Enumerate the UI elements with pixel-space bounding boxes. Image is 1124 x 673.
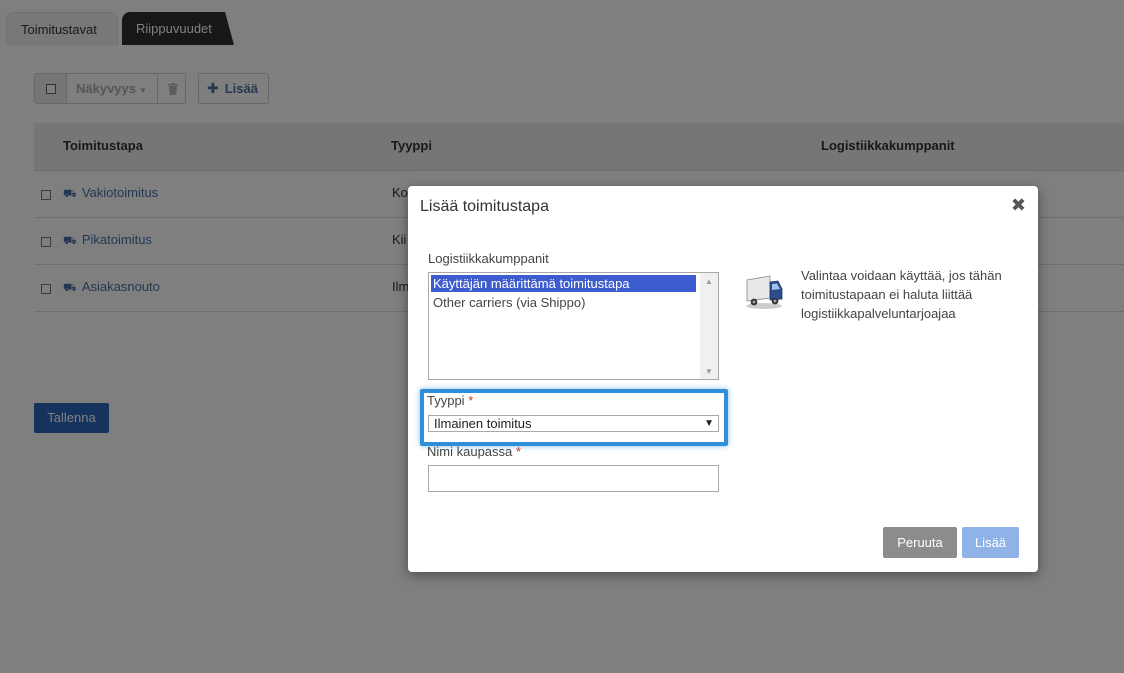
type-label: Tyyppi * (427, 393, 474, 408)
close-icon[interactable]: ✖ (1011, 195, 1026, 216)
cancel-button[interactable]: Peruuta (883, 527, 957, 558)
scroll-down-icon[interactable]: ▼ (705, 367, 713, 376)
add-shipping-method-dialog: Lisää toimitustapa ✖ Logistiikkakumppani… (408, 186, 1038, 572)
dropdown-arrow-icon: ▼ (704, 418, 714, 429)
partners-listbox[interactable]: Käyttäjän määrittämä toimitustapa Other … (428, 272, 719, 380)
type-select-value: Ilmainen toimitus (434, 416, 532, 431)
listbox-option[interactable]: Other carriers (via Shippo) (431, 294, 696, 311)
scroll-up-icon[interactable]: ▲ (705, 277, 713, 286)
required-marker: * (515, 444, 521, 459)
dialog-title: Lisää toimitustapa (420, 198, 549, 215)
submit-button[interactable]: Lisää (962, 527, 1019, 558)
listbox-scrollbar[interactable]: ▲ ▼ (700, 273, 718, 379)
listbox-option[interactable]: Käyttäjän määrittämä toimitustapa (431, 275, 696, 292)
store-name-input[interactable] (428, 465, 719, 492)
partners-label: Logistiikkakumppanit (428, 251, 549, 266)
type-select[interactable]: Ilmainen toimitus ▼ (428, 415, 719, 432)
required-marker: * (468, 393, 474, 408)
partner-help-text: Valintaa voidaan käyttää, jos tähän toim… (801, 268, 1002, 321)
store-name-label: Nimi kaupassa * (427, 444, 521, 459)
delivery-truck-icon (746, 275, 783, 309)
